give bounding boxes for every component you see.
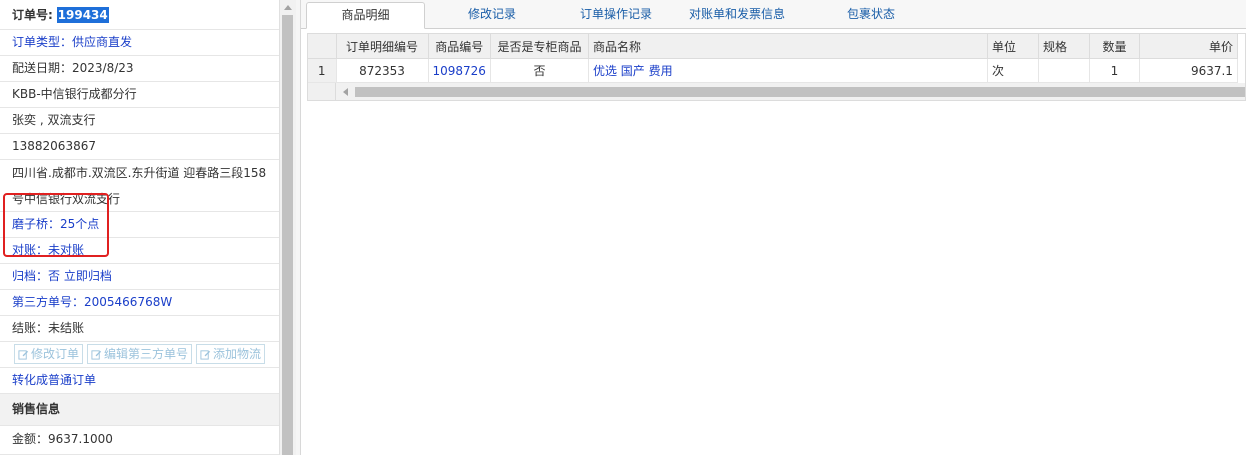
delivery-date: 配送日期：2023/8/23 [0,56,279,82]
tab-order-operation-records[interactable]: 订单操作记录 [566,2,666,29]
cell-unit: 次 [987,58,1039,83]
cell-row-no: 1 [308,58,337,83]
edit-icon [18,349,29,360]
cell-spec [1038,58,1090,83]
cell-detail-no: 872353 [336,58,429,83]
col-spec[interactable]: 规格 [1038,34,1090,59]
modify-order-label: 修改订单 [31,347,80,361]
product-detail-grid: 订单明细编号 商品编号 是否是专柜商品 商品名称 单位 规格 数量 单价 1 8… [307,33,1246,101]
col-qty[interactable]: 数量 [1089,34,1140,59]
action-buttons-row: 修改订单 编辑第三方单号 添加物流 [0,342,279,368]
col-product-no[interactable]: 商品编号 [428,34,491,59]
annotation-highlight-box [3,193,109,257]
edit-icon [200,349,211,360]
col-is-cabinet[interactable]: 是否是专柜商品 [490,34,589,59]
col-row-no [308,34,337,59]
bank-branch: KBB-中信银行成都分行 [0,82,279,108]
detail-panel: 商品明细 修改记录 订单操作记录 对账单和发票信息 包裹状态 订单明细编号 商品… [301,0,1246,455]
third-party-number: 第三方单号：2005466768W [0,290,279,316]
amount: 金额：9637.1000 [0,426,279,455]
cell-is-cabinet: 否 [490,58,589,83]
tab-product-details[interactable]: 商品明细 [306,2,425,29]
tab-modify-records[interactable]: 修改记录 [447,2,537,29]
add-logistics-label: 添加物流 [213,347,262,361]
scroll-left-arrow-icon[interactable] [343,88,348,96]
scroll-up-arrow-icon[interactable] [284,5,292,10]
sales-info-header: 销售信息 [0,394,279,426]
order-number-value[interactable]: 199434 [56,7,109,23]
left-panel-scrollbar[interactable] [279,0,296,455]
order-number-label: 订单号: [12,8,53,22]
cell-qty: 1 [1089,58,1140,83]
tab-bar: 商品明细 修改记录 订单操作记录 对账单和发票信息 包裹状态 [301,0,1246,29]
address-line-1: 四川省.成都市.双流区.东升街道 迎春路三段158 [12,166,267,180]
edit-third-party-button[interactable]: 编辑第三方单号 [87,344,193,364]
cell-price: 9637.1 [1139,58,1238,83]
edit-icon [91,349,102,360]
scrollbar-thumb[interactable] [282,15,293,455]
product-table: 订单明细编号 商品编号 是否是专柜商品 商品名称 单位 规格 数量 单价 1 8… [308,34,1238,83]
modify-order-button[interactable]: 修改订单 [14,344,84,364]
edit-third-party-label: 编辑第三方单号 [104,347,189,361]
archive-status[interactable]: 归档：否 立即归档 [0,264,279,290]
add-logistics-button[interactable]: 添加物流 [196,344,266,364]
table-header-row: 订单明细编号 商品编号 是否是专柜商品 商品名称 单位 规格 数量 单价 [308,34,1238,59]
order-info-panel: 订单号: 199434 订单类型：供应商直发 配送日期：2023/8/23 KB… [0,0,279,455]
contact-name: 张奕 , 双流支行 [0,108,279,134]
order-type: 订单类型：供应商直发 [0,30,279,56]
order-number-row: 订单号: 199434 [0,0,279,30]
col-detail-no[interactable]: 订单明细编号 [336,34,429,59]
scroll-corner [308,83,336,100]
tab-package-status[interactable]: 包裹状态 [826,2,916,29]
table-row[interactable]: 1 872353 1098726 否 优选 国产 费用 次 1 9637.1 [308,58,1238,83]
col-unit[interactable]: 单位 [987,34,1039,59]
settlement-status: 结账：未结账 [0,316,279,342]
col-price[interactable]: 单价 [1139,34,1238,59]
grid-horizontal-scrollbar[interactable] [308,83,1245,100]
contact-phone: 13882063867 [0,134,279,160]
convert-normal-order-link[interactable]: 转化成普通订单 [0,368,279,394]
col-product-name[interactable]: 商品名称 [588,34,988,59]
horizontal-scrollbar-thumb[interactable] [355,87,1245,97]
cell-product-name-link[interactable]: 优选 国产 费用 [588,58,988,83]
tab-reconcile-invoice[interactable]: 对账单和发票信息 [677,2,797,29]
cell-product-no-link[interactable]: 1098726 [428,58,491,83]
